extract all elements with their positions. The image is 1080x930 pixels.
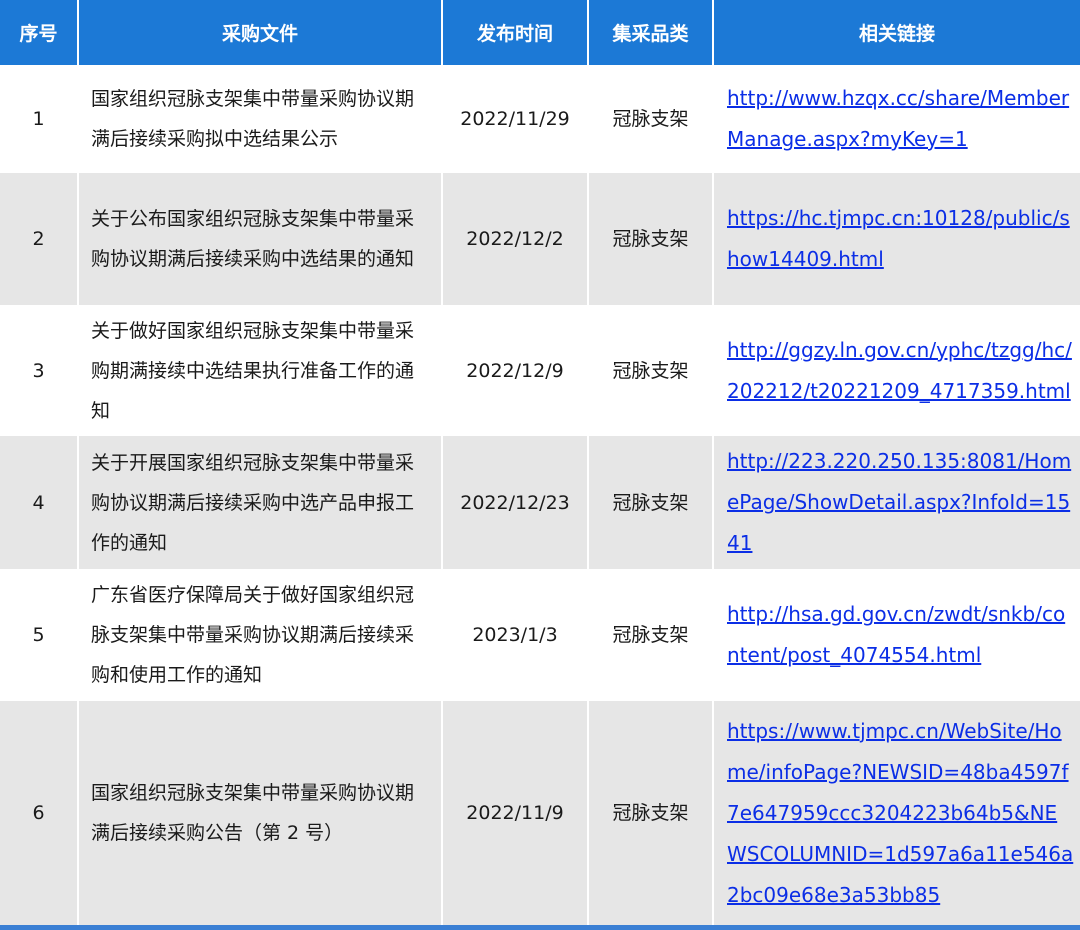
category: 冠脉支架 bbox=[588, 173, 714, 305]
link-cell: http://www.hzqx.cc/share/MemberManage.as… bbox=[713, 65, 1080, 173]
publish-date: 2022/12/2 bbox=[442, 173, 589, 305]
row-number: 4 bbox=[0, 436, 79, 569]
category: 冠脉支架 bbox=[588, 65, 714, 173]
document-title: 关于公布国家组织冠脉支架集中带量采购协议期满后接续采购中选结果的通知 bbox=[78, 173, 443, 305]
header-link: 相关链接 bbox=[713, 0, 1080, 65]
publish-date: 2023/1/3 bbox=[442, 569, 589, 701]
header-no: 序号 bbox=[0, 0, 79, 65]
table-row: 1 国家组织冠脉支架集中带量采购协议期满后接续采购拟中选结果公示 2022/11… bbox=[0, 65, 1080, 173]
link-cell: http://223.220.250.135:8081/HomePage/Sho… bbox=[713, 436, 1080, 569]
link-cell: https://hc.tjmpc.cn:10128/public/show144… bbox=[713, 173, 1080, 305]
publish-date: 2022/11/29 bbox=[442, 65, 589, 173]
header-category: 集采品类 bbox=[588, 0, 714, 65]
table-row: 6 国家组织冠脉支架集中带量采购协议期满后接续采购公告（第 2 号） 2022/… bbox=[0, 701, 1080, 925]
procurement-table-page: 序号 采购文件 发布时间 集采品类 相关链接 1 国家组织冠脉支架集中带量采购协… bbox=[0, 0, 1080, 930]
link-cell: http://hsa.gd.gov.cn/zwdt/snkb/content/p… bbox=[713, 569, 1080, 701]
document-link[interactable]: http://hsa.gd.gov.cn/zwdt/snkb/content/p… bbox=[727, 602, 1065, 667]
link-cell: https://www.tjmpc.cn/WebSite/Home/infoPa… bbox=[713, 701, 1080, 925]
document-title: 国家组织冠脉支架集中带量采购协议期满后接续采购拟中选结果公示 bbox=[78, 65, 443, 173]
document-link[interactable]: https://www.tjmpc.cn/WebSite/Home/infoPa… bbox=[727, 719, 1073, 907]
row-number: 5 bbox=[0, 569, 79, 701]
table-row: 2 关于公布国家组织冠脉支架集中带量采购协议期满后接续采购中选结果的通知 202… bbox=[0, 173, 1080, 305]
document-link[interactable]: http://223.220.250.135:8081/HomePage/Sho… bbox=[727, 449, 1071, 555]
row-number: 2 bbox=[0, 173, 79, 305]
table-header: 序号 采购文件 发布时间 集采品类 相关链接 bbox=[0, 0, 1080, 65]
table-body: 1 国家组织冠脉支架集中带量采购协议期满后接续采购拟中选结果公示 2022/11… bbox=[0, 65, 1080, 925]
document-link[interactable]: http://www.hzqx.cc/share/MemberManage.as… bbox=[727, 86, 1069, 151]
publish-date: 2022/11/9 bbox=[442, 701, 589, 925]
table-row: 3 关于做好国家组织冠脉支架集中带量采购期满接续中选结果执行准备工作的通知 20… bbox=[0, 305, 1080, 436]
table-row: 4 关于开展国家组织冠脉支架集中带量采购协议期满后接续采购中选产品申报工作的通知… bbox=[0, 436, 1080, 569]
header-date: 发布时间 bbox=[442, 0, 589, 65]
document-link[interactable]: http://ggzy.ln.gov.cn/yphc/tzgg/hc/20221… bbox=[727, 338, 1072, 403]
table-bottom-border bbox=[0, 925, 1080, 930]
category: 冠脉支架 bbox=[588, 701, 714, 925]
document-title: 广东省医疗保障局关于做好国家组织冠脉支架集中带量采购协议期满后接续采购和使用工作… bbox=[78, 569, 443, 701]
header-document: 采购文件 bbox=[78, 0, 443, 65]
document-title: 关于开展国家组织冠脉支架集中带量采购协议期满后接续采购中选产品申报工作的通知 bbox=[78, 436, 443, 569]
document-title: 关于做好国家组织冠脉支架集中带量采购期满接续中选结果执行准备工作的通知 bbox=[78, 305, 443, 436]
document-title: 国家组织冠脉支架集中带量采购协议期满后接续采购公告（第 2 号） bbox=[78, 701, 443, 925]
link-cell: http://ggzy.ln.gov.cn/yphc/tzgg/hc/20221… bbox=[713, 305, 1080, 436]
document-link[interactable]: https://hc.tjmpc.cn:10128/public/show144… bbox=[727, 206, 1070, 271]
table-row: 5 广东省医疗保障局关于做好国家组织冠脉支架集中带量采购协议期满后接续采购和使用… bbox=[0, 569, 1080, 701]
row-number: 6 bbox=[0, 701, 79, 925]
publish-date: 2022/12/23 bbox=[442, 436, 589, 569]
category: 冠脉支架 bbox=[588, 436, 714, 569]
category: 冠脉支架 bbox=[588, 305, 714, 436]
header-row: 序号 采购文件 发布时间 集采品类 相关链接 bbox=[0, 0, 1080, 65]
category: 冠脉支架 bbox=[588, 569, 714, 701]
procurement-documents-table: 序号 采购文件 发布时间 集采品类 相关链接 1 国家组织冠脉支架集中带量采购协… bbox=[0, 0, 1080, 925]
row-number: 1 bbox=[0, 65, 79, 173]
publish-date: 2022/12/9 bbox=[442, 305, 589, 436]
row-number: 3 bbox=[0, 305, 79, 436]
